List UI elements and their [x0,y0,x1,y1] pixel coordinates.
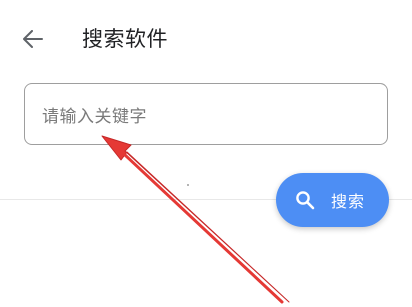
search-software-screen: 搜索软件 请输入关键字 搜索 [0,0,412,307]
search-placeholder: 请输入关键字 [42,106,147,127]
page-title: 搜索软件 [82,27,168,51]
decorative-dot [187,184,189,186]
search-button-label: 搜索 [331,192,366,211]
arrow-left-icon [23,30,43,48]
back-button[interactable] [16,22,50,56]
red-arrow-annotation [101,135,290,304]
search-input[interactable]: 请输入关键字 [24,83,388,145]
search-icon [294,189,316,211]
search-button[interactable]: 搜索 [276,173,389,227]
